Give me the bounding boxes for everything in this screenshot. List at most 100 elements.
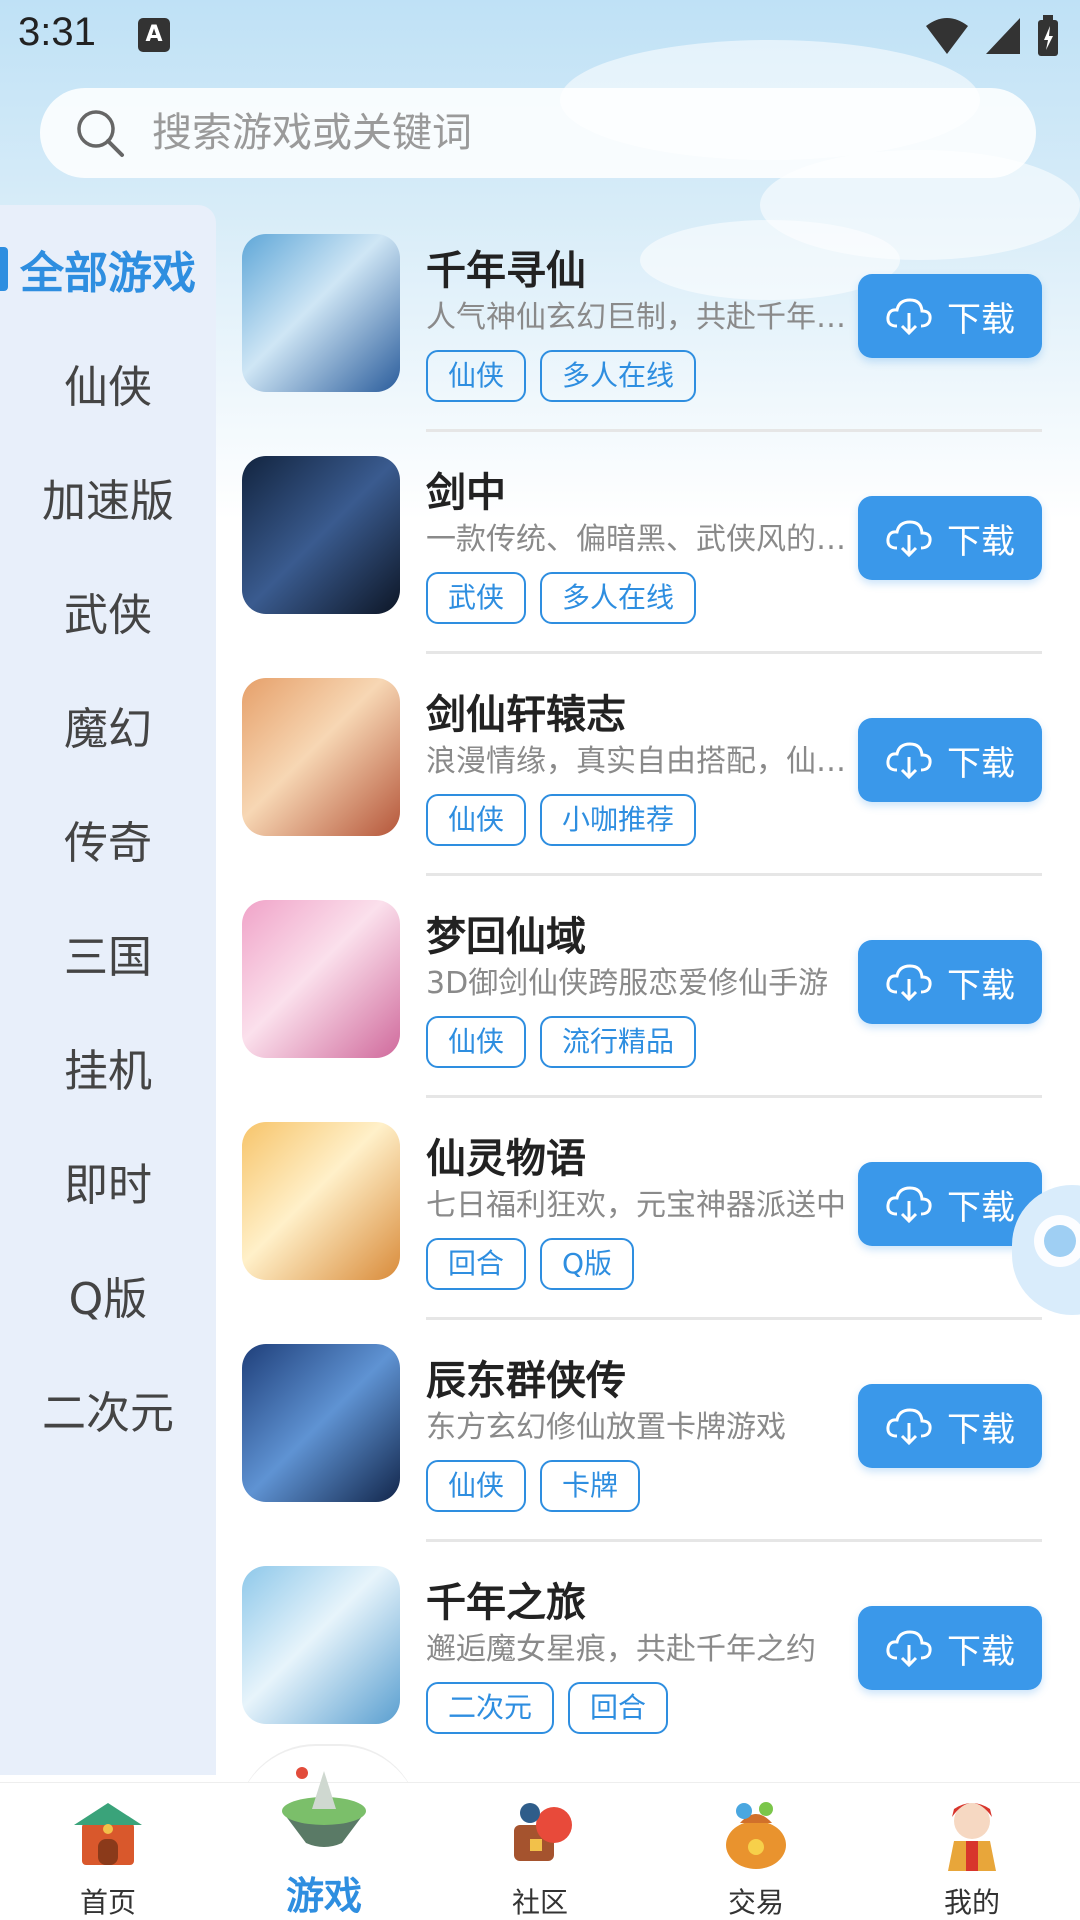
search-bar[interactable] (40, 88, 1036, 178)
game-island-icon (282, 1767, 366, 1847)
game-icon[interactable] (242, 1566, 400, 1724)
category-sidebar: 全部游戏 仙侠 加速版 武侠 魔幻 传奇 三国 挂机 即时 Q版 二次元 (0, 205, 216, 1775)
game-tag: 回合 (568, 1682, 669, 1734)
sidebar-item-idle[interactable]: 挂机 (0, 1027, 216, 1107)
sidebar-item-label: 仙侠 (64, 362, 152, 413)
game-list-item[interactable]: 剑中 一款传统、偏暗黑、武侠风的手游 武侠 多人在线 下载 (242, 432, 1042, 654)
download-label: 下载 (947, 743, 1015, 784)
search-input[interactable] (152, 110, 972, 156)
sidebar-item-label: Q版 (68, 1274, 148, 1325)
trade-bag-icon (726, 1802, 786, 1869)
download-button[interactable]: 下载 (858, 940, 1042, 1024)
game-list-item[interactable]: 千年寻仙 人气神仙玄幻巨制，共赴千年仙途 仙侠 多人在线 下载 (242, 210, 1042, 432)
game-title: 剑中 (426, 470, 506, 516)
download-label: 下载 (947, 299, 1015, 340)
game-tag: 回合 (426, 1238, 527, 1290)
game-tag: 仙侠 (426, 794, 527, 846)
cloud-download-icon (886, 298, 932, 336)
download-button[interactable]: 下载 (858, 274, 1042, 358)
game-list-item[interactable]: 梦回仙域 3D御剑仙侠跨服恋爱修仙手游 仙侠 流行精品 下载 (242, 876, 1042, 1098)
game-tag: 仙侠 (426, 350, 527, 402)
game-icon[interactable] (242, 456, 400, 614)
nav-tab-trade[interactable]: 交易 (648, 1783, 864, 1920)
cloud-download-icon (886, 964, 932, 1002)
status-time: 3:31 (18, 10, 96, 54)
download-label: 下载 (947, 1631, 1015, 1672)
sidebar-item-realtime[interactable]: 即时 (0, 1141, 216, 1221)
wifi-icon (926, 18, 968, 54)
sidebar-item-xianxia[interactable]: 仙侠 (0, 343, 216, 423)
sidebar-item-label: 加速版 (42, 476, 174, 527)
download-label: 下载 (947, 521, 1015, 562)
game-list-item[interactable]: 辰东群侠传 东方玄幻修仙放置卡牌游戏 仙侠 卡牌 下载 (242, 1320, 1042, 1542)
game-title: 千年寻仙 (426, 248, 586, 294)
game-tag: 小咖推荐 (540, 794, 697, 846)
game-list-item[interactable]: 千年之旅 邂逅魔女星痕，共赴千年之约 二次元 回合 下载 (242, 1542, 1042, 1764)
sidebar-item-label: 全部游戏 (20, 248, 196, 299)
search-icon (77, 110, 124, 157)
floating-assistant-button[interactable] (1012, 1185, 1080, 1315)
home-gate-icon (74, 1803, 142, 1865)
nav-tab-community[interactable]: 社区 (432, 1783, 648, 1920)
sidebar-item-wuxia[interactable]: 武侠 (0, 571, 216, 651)
game-tag: Q版 (540, 1238, 635, 1290)
sidebar-item-accelerated[interactable]: 加速版 (0, 457, 216, 537)
game-icon[interactable] (242, 234, 400, 392)
game-tag: 仙侠 (426, 1016, 527, 1068)
game-icon[interactable] (242, 1122, 400, 1280)
sidebar-item-anime[interactable]: 二次元 (0, 1369, 216, 1449)
game-icon[interactable] (242, 678, 400, 836)
download-label: 下载 (947, 1187, 1015, 1228)
nav-label: 游戏 (285, 1874, 362, 1918)
download-button[interactable]: 下载 (858, 496, 1042, 580)
sidebar-item-fantasy[interactable]: 魔幻 (0, 685, 216, 765)
sidebar-item-legend[interactable]: 传奇 (0, 799, 216, 879)
sidebar-item-label: 魔幻 (64, 704, 152, 755)
download-button[interactable]: 下载 (858, 718, 1042, 802)
assistant-icon (1034, 1215, 1080, 1267)
game-title: 梦回仙域 (426, 914, 586, 960)
game-title: 千年之旅 (426, 1580, 586, 1626)
sidebar-item-q-version[interactable]: Q版 (0, 1255, 216, 1335)
sidebar-item-three-kingdoms[interactable]: 三国 (0, 913, 216, 993)
download-button[interactable]: 下载 (858, 1606, 1042, 1690)
nav-tab-profile[interactable]: 我的 (864, 1783, 1080, 1920)
game-description: 人气神仙玄幻巨制，共赴千年仙途 (426, 300, 846, 335)
game-description: 一款传统、偏暗黑、武侠风的手游 (426, 522, 846, 557)
sidebar-item-label: 三国 (64, 932, 152, 983)
game-list-item[interactable]: 仙灵物语 七日福利狂欢，元宝神器派送中 回合 Q版 下载 (242, 1098, 1042, 1320)
cloud-download-icon (886, 520, 932, 558)
community-icon (514, 1803, 572, 1861)
game-list-item[interactable]: 剑仙轩辕志 浪漫情缘，真实自由搭配，仙侠之旅 仙侠 小咖推荐 下载 (242, 654, 1042, 876)
nav-tab-games[interactable]: 游戏 (216, 1767, 432, 1920)
game-tag: 仙侠 (426, 1460, 527, 1512)
game-tag: 卡牌 (540, 1460, 641, 1512)
active-indicator (0, 247, 8, 291)
sidebar-item-label: 传奇 (64, 818, 152, 869)
game-description: 邂逅魔女星痕，共赴千年之约 (426, 1632, 816, 1667)
nav-label: 社区 (511, 1886, 568, 1919)
cloud-download-icon (886, 742, 932, 780)
game-description: 浪漫情缘，真实自由搭配，仙侠之旅 (426, 744, 846, 779)
game-title: 仙灵物语 (426, 1136, 586, 1182)
game-tag: 多人在线 (540, 350, 697, 402)
bottom-navigation: 首页 游戏 社区 交易 我的 (0, 1767, 1080, 1920)
sidebar-item-label: 二次元 (42, 1388, 174, 1439)
game-icon[interactable] (242, 1344, 400, 1502)
download-button[interactable]: 下载 (858, 1384, 1042, 1468)
game-title: 辰东群侠传 (426, 1358, 626, 1404)
cloud-download-icon (886, 1630, 932, 1668)
battery-icon (1038, 15, 1058, 56)
cloud-download-icon (886, 1408, 932, 1446)
game-description: 3D御剑仙侠跨服恋爱修仙手游 (426, 966, 829, 1001)
game-tag: 多人在线 (540, 572, 697, 624)
sidebar-item-all[interactable]: 全部游戏 (0, 229, 216, 309)
game-description: 东方玄幻修仙放置卡牌游戏 (426, 1410, 786, 1445)
nav-label: 交易 (727, 1886, 784, 1919)
nav-tab-home[interactable]: 首页 (0, 1783, 216, 1920)
game-tag: 武侠 (426, 572, 527, 624)
status-bar: 3:31 A (0, 0, 1080, 72)
game-title: 剑仙轩辕志 (426, 692, 626, 738)
download-label: 下载 (947, 1409, 1015, 1450)
game-icon[interactable] (242, 900, 400, 1058)
